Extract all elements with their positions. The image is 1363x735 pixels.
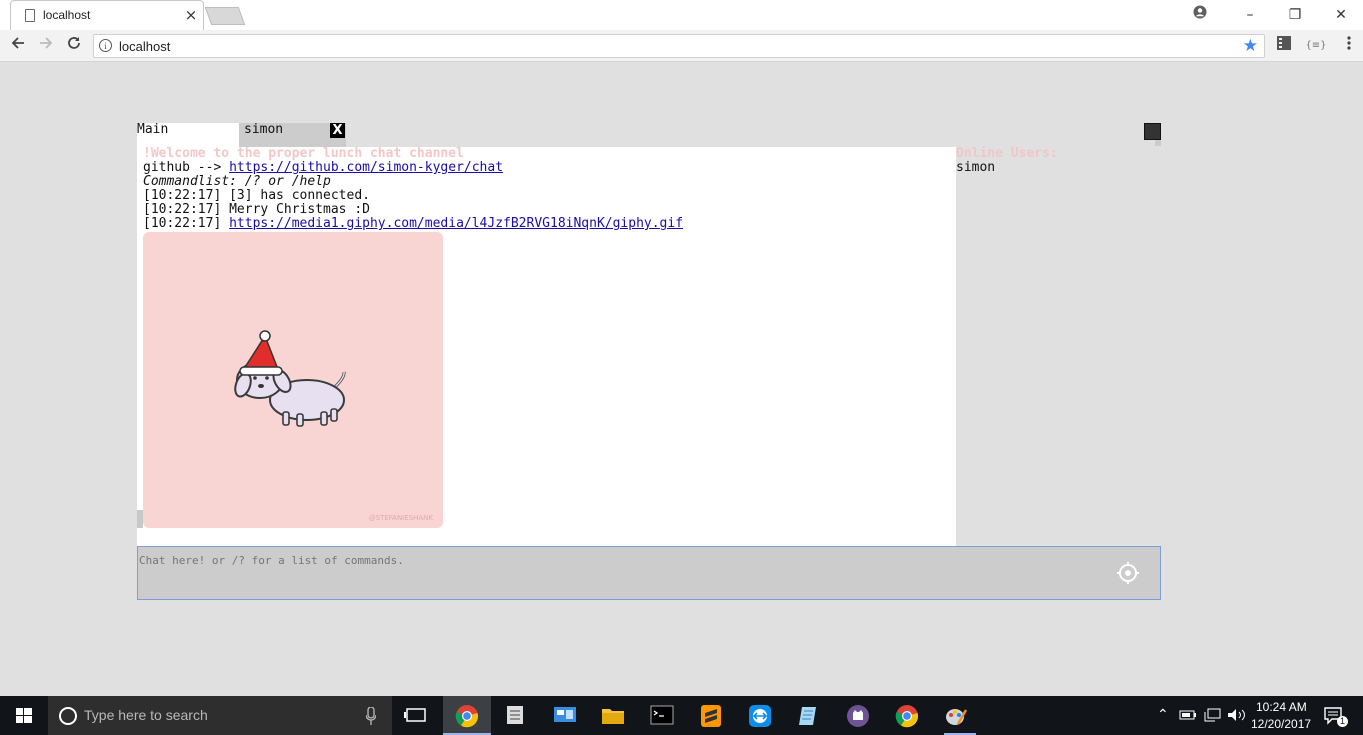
close-window-button[interactable]: ✕ xyxy=(1327,4,1355,26)
browser-tab-title: localhost xyxy=(43,8,91,22)
address-bar[interactable]: i localhost ★ xyxy=(93,34,1265,58)
online-users-title: Online Users: xyxy=(956,146,1058,161)
new-tab-button[interactable] xyxy=(204,7,246,25)
browser-titlebar: localhost × – ❐ ✕ xyxy=(0,0,1363,30)
address-text: localhost xyxy=(119,39,171,54)
info-icon[interactable]: i xyxy=(99,39,112,52)
tab-simon-label: simon xyxy=(244,122,284,137)
chat-input-container xyxy=(137,546,1161,600)
clock-time[interactable]: 10:24 AM xyxy=(1256,700,1307,714)
file-explorer-icon[interactable] xyxy=(601,704,625,726)
github-prefix: github --> xyxy=(143,160,230,175)
chat-log: !Welcome to the proper lunch chat channe… xyxy=(137,147,956,546)
close-tab-icon[interactable]: × xyxy=(183,6,199,24)
teamviewer-icon[interactable] xyxy=(748,704,772,727)
clock-date[interactable]: 12/20/2017 xyxy=(1251,717,1311,731)
json-extension-icon[interactable]: {≡} xyxy=(1305,35,1327,57)
forward-icon[interactable] xyxy=(35,35,57,57)
taskbar-search[interactable]: Type here to search xyxy=(48,696,392,735)
sublime-text-icon[interactable] xyxy=(699,704,723,727)
microphone-icon[interactable] xyxy=(366,707,376,725)
github-desktop-icon[interactable] xyxy=(846,704,870,727)
christmas-dog-gif: @STEFANIESHANK xyxy=(143,232,443,528)
tab-main-label: Main xyxy=(137,122,169,137)
maximize-button[interactable]: ❐ xyxy=(1281,4,1309,26)
cortana-icon xyxy=(59,707,77,725)
account-icon[interactable] xyxy=(1186,4,1214,26)
menu-toggle-button[interactable] xyxy=(1144,123,1161,140)
settings-gear-icon[interactable] xyxy=(1116,561,1140,585)
terminal-icon[interactable] xyxy=(650,704,674,726)
page-icon xyxy=(25,9,35,22)
task-view-icon[interactable] xyxy=(404,704,428,726)
windows-taskbar: Type here to search ⌃ 10:24 AM 12/20/201… xyxy=(0,696,1363,735)
notes-app-icon[interactable] xyxy=(797,704,821,726)
welcome-message: !Welcome to the proper lunch chat channe… xyxy=(143,147,464,161)
github-message: github --> https://github.com/simon-kyge… xyxy=(143,161,503,175)
online-user: simon xyxy=(956,160,996,175)
control-panel-icon[interactable] xyxy=(553,704,577,726)
paint-icon[interactable] xyxy=(944,704,968,726)
message-timestamp: [10:22:17] xyxy=(143,216,230,231)
browser-tab[interactable]: localhost × xyxy=(10,0,204,30)
search-placeholder: Type here to search xyxy=(84,707,208,723)
gif-credit: @STEFANIESHANK xyxy=(368,514,433,522)
dog-in-santa-hat-image xyxy=(234,330,346,427)
show-hidden-icons-icon[interactable]: ⌃ xyxy=(1157,706,1169,723)
chat-message: [10:22:17] Merry Christmas :D xyxy=(143,202,370,217)
network-icon[interactable] xyxy=(1203,707,1223,722)
menu-icon[interactable] xyxy=(1338,35,1360,57)
chrome-icon[interactable] xyxy=(455,704,479,728)
notepad-icon[interactable] xyxy=(504,704,528,726)
start-button[interactable] xyxy=(0,696,48,735)
tab-main[interactable]: Main xyxy=(137,122,239,147)
chat-message: [10:22:17] https://media1.giphy.com/medi… xyxy=(143,217,683,231)
chrome-second-icon[interactable] xyxy=(895,704,919,728)
notification-badge: 1 xyxy=(1337,716,1348,727)
gif-link[interactable]: https://media1.giphy.com/media/l4JzfB2RV… xyxy=(229,216,683,231)
star-icon[interactable]: ★ xyxy=(1243,36,1258,56)
reload-icon[interactable] xyxy=(63,35,85,57)
battery-icon[interactable] xyxy=(1179,707,1197,721)
chat-message: [10:22:17] [3] has connected. xyxy=(143,188,370,203)
extension-icon[interactable] xyxy=(1273,35,1295,57)
github-link[interactable]: https://github.com/simon-kyger/chat xyxy=(229,160,503,175)
divider xyxy=(1155,140,1161,146)
close-tab-button[interactable]: X xyxy=(330,123,345,138)
scrollbar[interactable] xyxy=(137,510,143,528)
chat-input[interactable] xyxy=(139,550,1099,570)
windows-logo-icon xyxy=(16,708,32,723)
back-icon[interactable] xyxy=(7,35,29,57)
minimize-button[interactable]: – xyxy=(1236,4,1264,26)
browser-toolbar: i localhost ★ {≡} xyxy=(0,30,1363,62)
commandlist-message: Commandlist: /? or /help xyxy=(143,174,331,189)
volume-icon[interactable] xyxy=(1227,707,1247,721)
